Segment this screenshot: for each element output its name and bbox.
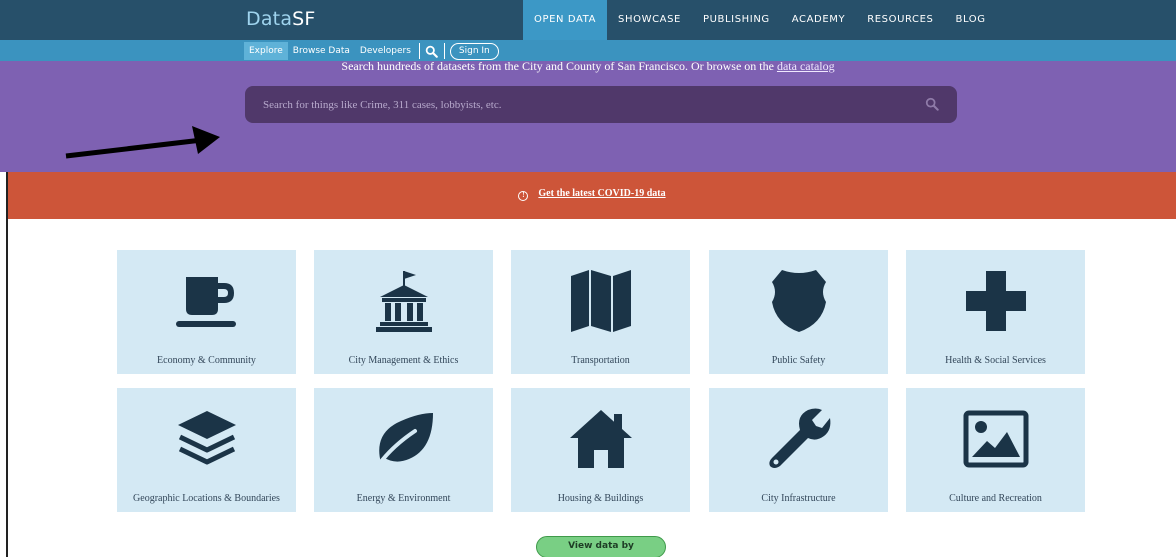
hero-text: Search hundreds of datasets from the Cit…: [341, 59, 774, 73]
datasf-logo[interactable]: DataSF: [246, 8, 316, 30]
picture-icon: [963, 410, 1028, 468]
sign-in-button[interactable]: Sign In: [449, 42, 499, 60]
category-city-management-ethics[interactable]: City Management & Ethics: [314, 250, 493, 374]
page: DataSF OPEN DATA SHOWCASE PUBLISHING ACA…: [0, 0, 1176, 557]
cross-icon: [965, 271, 1026, 331]
search-box: [245, 86, 957, 123]
category-public-safety[interactable]: Public Safety: [709, 250, 888, 374]
category-economy-community[interactable]: Economy & Community: [117, 250, 296, 374]
category-health-social-services[interactable]: Health & Social Services: [906, 250, 1085, 374]
logo-prefix: Data: [246, 8, 293, 30]
nav-showcase[interactable]: SHOWCASE: [607, 0, 692, 40]
category-housing-buildings[interactable]: Housing & Buildings: [511, 388, 690, 512]
nav-publishing[interactable]: PUBLISHING: [692, 0, 781, 40]
hero-description: Search hundreds of datasets from the Cit…: [0, 59, 1176, 74]
search-icon[interactable]: [423, 42, 441, 60]
subnav-explore[interactable]: Explore: [244, 42, 288, 60]
subnav-browse-data[interactable]: Browse Data: [288, 42, 355, 60]
nav-academy[interactable]: ACADEMY: [781, 0, 856, 40]
divider: [443, 43, 445, 59]
view-data-by-department-button[interactable]: View data by department: [536, 536, 666, 557]
category-label: Economy & Community: [157, 355, 256, 366]
sub-navigation-bar: Explore Browse Data Developers Sign In: [0, 40, 1176, 61]
category-transportation[interactable]: Transportation: [511, 250, 690, 374]
wrench-icon: [768, 408, 830, 468]
category-label: City Infrastructure: [761, 493, 836, 504]
category-label: Energy & Environment: [356, 493, 451, 504]
top-navigation-bar: DataSF OPEN DATA SHOWCASE PUBLISHING ACA…: [0, 0, 1176, 40]
logo-suffix: SF: [292, 8, 316, 30]
category-label: Public Safety: [771, 355, 826, 366]
subnav-developers[interactable]: Developers: [355, 42, 416, 60]
category-label: Housing & Buildings: [557, 493, 644, 504]
category-city-infrastructure[interactable]: City Infrastructure: [709, 388, 888, 512]
coffee-cup-icon: [175, 277, 236, 327]
category-label: Health & Social Services: [945, 355, 1046, 366]
category-label: City Management & Ethics: [348, 355, 459, 366]
layers-icon: [177, 411, 236, 465]
data-catalog-link[interactable]: data catalog: [777, 59, 835, 73]
nav-resources[interactable]: RESOURCES: [856, 0, 944, 40]
annotation-arrow-icon: [65, 126, 220, 159]
nav-open-data[interactable]: OPEN DATA: [523, 0, 608, 40]
search-input[interactable]: [263, 86, 903, 123]
category-label: Transportation: [571, 355, 630, 366]
leaf-icon: [374, 413, 433, 469]
covid-banner-content: ! Get the latest COVID-19 data: [8, 188, 1176, 201]
sub-nav: Explore Browse Data Developers Sign In: [244, 41, 499, 61]
city-hall-icon: [375, 271, 432, 332]
covid-banner: ! Get the latest COVID-19 data: [8, 172, 1176, 219]
info-icon: !: [518, 191, 529, 201]
category-geographic-locations-boundaries[interactable]: Geographic Locations & Boundaries: [117, 388, 296, 512]
category-culture-recreation[interactable]: Culture and Recreation: [906, 388, 1085, 512]
category-label: Geographic Locations & Boundaries: [133, 493, 280, 504]
map-icon: [570, 270, 631, 332]
category-energy-environment[interactable]: Energy & Environment: [314, 388, 493, 512]
window-edge: [6, 172, 8, 557]
category-label: Culture and Recreation: [949, 493, 1042, 504]
covid-data-link[interactable]: Get the latest COVID-19 data: [538, 188, 665, 199]
house-icon: [569, 410, 632, 468]
search-icon[interactable]: [925, 97, 939, 116]
shield-icon: [771, 270, 826, 332]
main-nav: OPEN DATA SHOWCASE PUBLISHING ACADEMY RE…: [523, 0, 997, 40]
divider: [418, 43, 420, 59]
nav-blog[interactable]: BLOG: [945, 0, 997, 40]
